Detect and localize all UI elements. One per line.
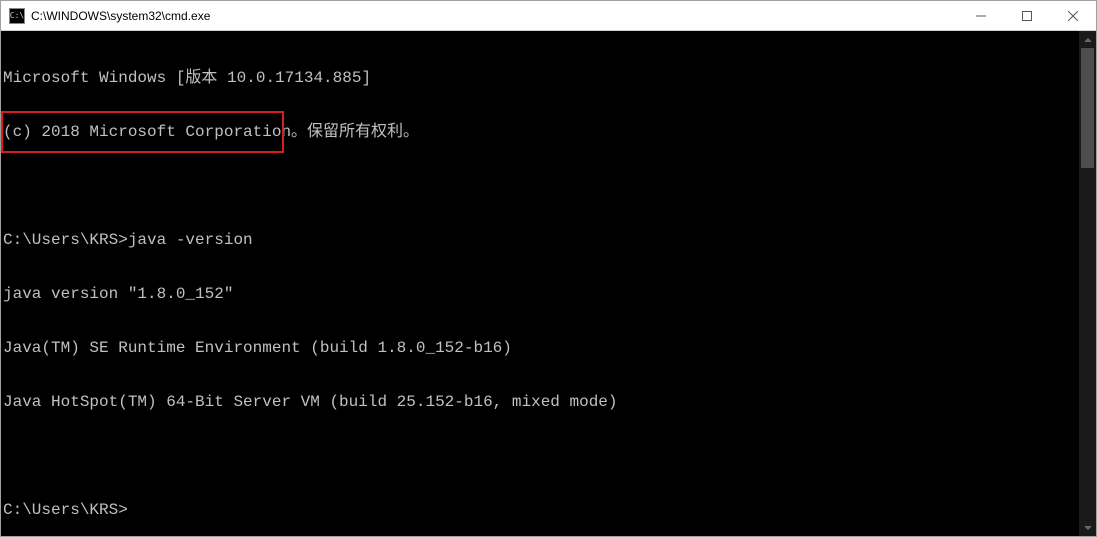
terminal-line: Java(TM) SE Runtime Environment (build 1… bbox=[3, 339, 1079, 357]
cmd-icon: C:\ bbox=[9, 8, 25, 24]
scroll-down-arrow-icon[interactable] bbox=[1079, 519, 1096, 536]
cmd-window: C:\ C:\WINDOWS\system32\cmd.exe Microsof… bbox=[0, 0, 1097, 537]
terminal-line: java version "1.8.0_152" bbox=[3, 285, 1079, 303]
terminal-line bbox=[3, 177, 1079, 195]
minimize-icon bbox=[976, 11, 986, 21]
titlebar[interactable]: C:\ C:\WINDOWS\system32\cmd.exe bbox=[1, 1, 1096, 31]
terminal-area: Microsoft Windows [版本 10.0.17134.885] (c… bbox=[1, 31, 1096, 536]
terminal-output[interactable]: Microsoft Windows [版本 10.0.17134.885] (c… bbox=[1, 31, 1079, 536]
terminal-line: C:\Users\KRS> bbox=[3, 501, 1079, 519]
vertical-scrollbar[interactable] bbox=[1079, 31, 1096, 536]
window-controls bbox=[958, 1, 1096, 30]
maximize-icon bbox=[1022, 11, 1032, 21]
window-title: C:\WINDOWS\system32\cmd.exe bbox=[31, 9, 958, 23]
close-icon bbox=[1068, 11, 1078, 21]
terminal-line: Java HotSpot(TM) 64-Bit Server VM (build… bbox=[3, 393, 1079, 411]
terminal-line bbox=[3, 447, 1079, 465]
close-button[interactable] bbox=[1050, 1, 1096, 30]
maximize-button[interactable] bbox=[1004, 1, 1050, 30]
minimize-button[interactable] bbox=[958, 1, 1004, 30]
scroll-up-arrow-icon[interactable] bbox=[1079, 31, 1096, 48]
scroll-thumb[interactable] bbox=[1081, 48, 1094, 168]
terminal-line: Microsoft Windows [版本 10.0.17134.885] bbox=[3, 69, 1079, 87]
scroll-track[interactable] bbox=[1079, 48, 1096, 519]
terminal-line: (c) 2018 Microsoft Corporation。保留所有权利。 bbox=[3, 123, 1079, 141]
terminal-line: C:\Users\KRS>java -version bbox=[3, 231, 1079, 249]
